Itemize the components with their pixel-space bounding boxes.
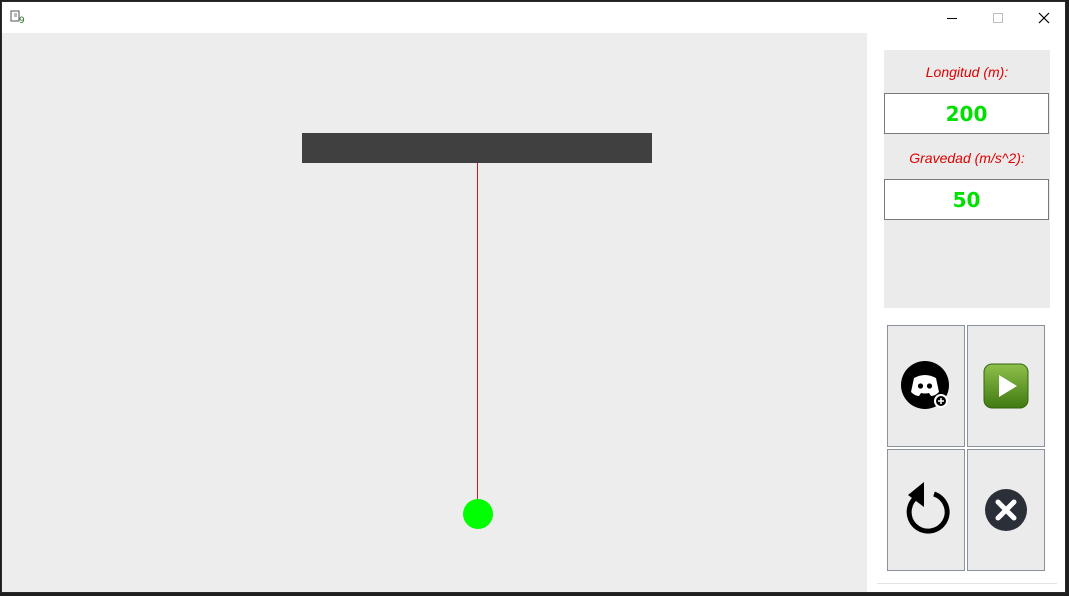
- play-button[interactable]: [967, 325, 1045, 447]
- app-window: 9 Longitud (m): 200 Gravedad (m/s^2): 50: [1, 1, 1066, 593]
- parameters-panel: Longitud (m): 200 Gravedad (m/s^2): 50: [884, 50, 1050, 308]
- discord-button[interactable]: [887, 325, 965, 447]
- gravity-label: Gravedad (m/s^2):: [909, 150, 1025, 166]
- gravity-input[interactable]: 50: [884, 179, 1049, 220]
- close-button[interactable]: [1021, 2, 1065, 33]
- close-circle-icon: [985, 489, 1027, 531]
- reset-icon: [906, 482, 950, 534]
- play-icon: [983, 363, 1029, 409]
- maximize-icon: [993, 12, 1003, 23]
- svg-text:9: 9: [19, 16, 25, 24]
- simulation-canvas[interactable]: [2, 33, 867, 592]
- minimize-icon: [947, 17, 957, 19]
- pendulum-support-beam: [302, 133, 652, 163]
- discord-icon: [901, 361, 949, 409]
- pendulum-bob[interactable]: [463, 499, 493, 529]
- exit-button[interactable]: [967, 449, 1045, 571]
- pendulum-string: [477, 163, 478, 511]
- close-icon: [1038, 12, 1050, 23]
- length-input[interactable]: 200: [884, 93, 1049, 134]
- divider: [877, 583, 1057, 584]
- control-panel: Longitud (m): 200 Gravedad (m/s^2): 50: [867, 33, 1065, 592]
- maximize-button[interactable]: [975, 2, 1021, 33]
- reset-button[interactable]: [887, 449, 965, 571]
- action-buttons: [887, 325, 1047, 573]
- length-label: Longitud (m):: [925, 64, 1009, 80]
- java-app-icon: 9: [10, 10, 26, 26]
- minimize-button[interactable]: [929, 2, 975, 33]
- title-bar: 9: [2, 2, 1065, 33]
